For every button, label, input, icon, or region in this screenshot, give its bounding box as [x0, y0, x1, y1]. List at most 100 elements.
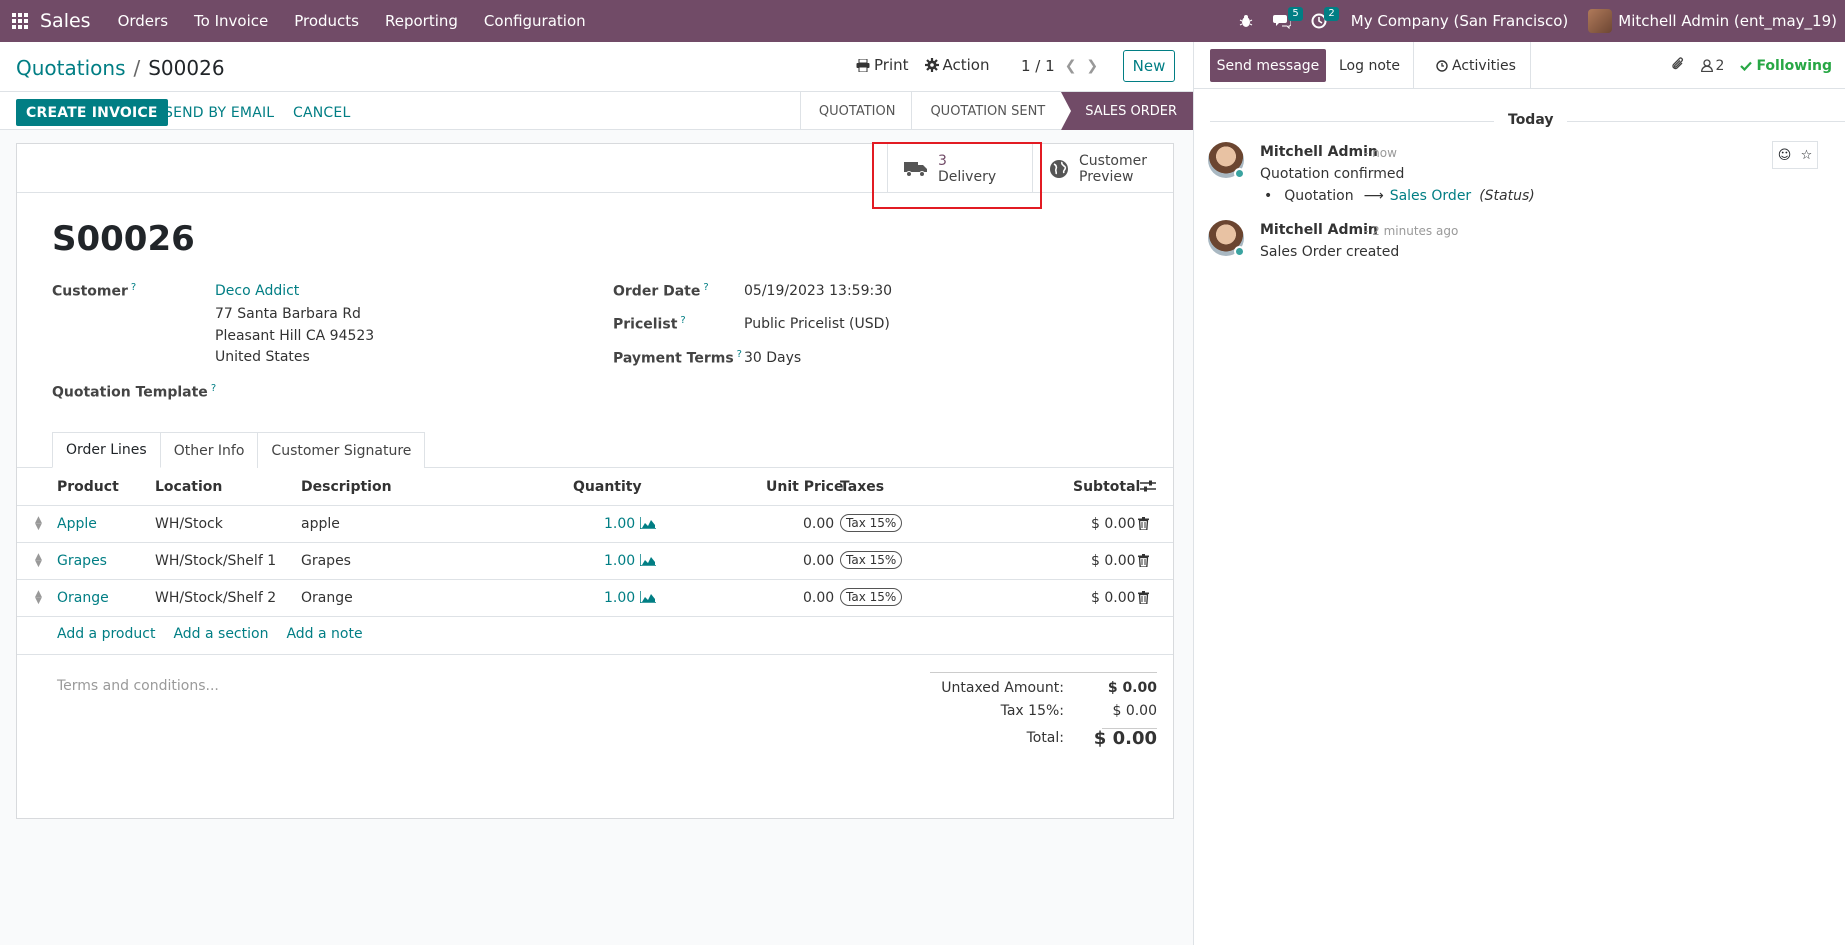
customer-preview-button[interactable]: Customer Preview — [1032, 144, 1173, 193]
line-quantity[interactable]: 1.00 — [604, 516, 635, 532]
customer-field[interactable]: Deco Addict — [215, 283, 299, 299]
send-message-button[interactable]: Send message — [1210, 49, 1326, 82]
action-button[interactable]: Action — [924, 56, 990, 74]
forecast-chart-icon[interactable] — [639, 517, 656, 533]
menu-configuration[interactable]: Configuration — [471, 12, 599, 30]
line-product[interactable]: Orange — [57, 590, 109, 606]
send-by-email-button[interactable]: SEND BY EMAIL — [164, 99, 274, 126]
line-tax-badge[interactable]: Tax 15% — [840, 514, 903, 532]
col-taxes[interactable]: Taxes — [840, 479, 884, 495]
line-unit-price[interactable]: 0.00 — [803, 590, 834, 606]
col-product[interactable]: Product — [57, 479, 119, 495]
menu-reporting[interactable]: Reporting — [372, 12, 471, 30]
line-quantity[interactable]: 1.00 — [604, 553, 635, 569]
emoji-icon[interactable]: ☺ — [1778, 148, 1792, 163]
breadcrumb-quotations[interactable]: Quotations — [16, 56, 125, 80]
preview-line1: Customer — [1079, 152, 1148, 169]
stage-sales-order[interactable]: SALES ORDER — [1061, 92, 1193, 130]
activities-button[interactable]: Activities — [1422, 42, 1531, 89]
followers-button[interactable]: 2 — [1700, 58, 1724, 74]
star-icon[interactable]: ☆ — [1801, 148, 1813, 163]
pager-previous-icon[interactable]: ❮ — [1065, 58, 1077, 74]
stage-quotation-sent[interactable]: QUOTATION SENT — [911, 92, 1061, 130]
messages-icon[interactable]: 5 — [1263, 7, 1303, 29]
add-section-link[interactable]: Add a section — [173, 626, 268, 642]
line-description[interactable]: Orange — [301, 590, 353, 606]
debug-bug-icon[interactable] — [1229, 14, 1263, 28]
user-avatar[interactable] — [1588, 9, 1613, 33]
tab-other-info[interactable]: Other Info — [159, 432, 259, 468]
line-product[interactable]: Apple — [57, 516, 97, 532]
delivery-label: Delivery — [938, 168, 997, 185]
line-subtotal: $ 0.00 — [1091, 590, 1136, 606]
menu-products[interactable]: Products — [281, 12, 372, 30]
tab-customer-signature[interactable]: Customer Signature — [257, 432, 426, 468]
help-icon[interactable]: ? — [680, 315, 685, 326]
line-location[interactable]: WH/Stock/Shelf 1 — [155, 553, 276, 569]
line-tax-badge[interactable]: Tax 15% — [840, 551, 903, 569]
terms-input[interactable]: Terms and conditions... — [57, 678, 219, 694]
line-subtotal: $ 0.00 — [1091, 553, 1136, 569]
line-tax-badge[interactable]: Tax 15% — [840, 588, 903, 606]
new-button[interactable]: New — [1123, 50, 1175, 82]
drag-handle-icon[interactable]: ▲ ▼ — [35, 590, 43, 606]
drag-handle-icon[interactable]: ▲ ▼ — [35, 516, 43, 532]
line-quantity[interactable]: 1.00 — [604, 590, 635, 606]
tracking-new-value: Sales Order — [1389, 188, 1472, 204]
stage-quotation[interactable]: QUOTATION — [799, 92, 912, 130]
help-icon[interactable]: ? — [703, 282, 708, 293]
col-unit-price[interactable]: Unit Price — [766, 479, 843, 495]
help-icon[interactable]: ? — [131, 282, 136, 293]
online-status-icon — [1234, 246, 1245, 257]
line-unit-price[interactable]: 0.00 — [803, 516, 834, 532]
order-line-row[interactable]: ▲ ▼ Grapes WH/Stock/Shelf 1 Grapes 1.00 0… — [17, 543, 1173, 580]
print-button[interactable]: Print — [856, 56, 909, 74]
trash-icon[interactable] — [1138, 554, 1149, 571]
order-date-field[interactable]: 05/19/2023 13:59:30 — [744, 283, 892, 299]
line-location[interactable]: WH/Stock/Shelf 2 — [155, 590, 276, 606]
company-switcher[interactable]: My Company (San Francisco) — [1351, 12, 1568, 30]
column-settings-icon[interactable] — [1140, 480, 1156, 496]
trash-icon[interactable] — [1138, 591, 1149, 608]
forecast-chart-icon[interactable] — [639, 554, 656, 570]
app-name[interactable]: Sales — [40, 10, 91, 32]
stage-pipeline: QUOTATION QUOTATION SENT SALES ORDER — [799, 92, 1193, 130]
col-location[interactable]: Location — [155, 479, 222, 495]
paperclip-icon[interactable] — [1671, 56, 1685, 76]
help-icon[interactable]: ? — [211, 383, 216, 394]
create-invoice-button[interactable]: CREATE INVOICE — [16, 99, 168, 126]
activities-clock-icon[interactable]: 2 — [1301, 7, 1339, 29]
line-location[interactable]: WH/Stock — [155, 516, 223, 532]
apps-menu-icon[interactable] — [0, 0, 40, 42]
pager-next-icon[interactable]: ❯ — [1086, 58, 1098, 74]
help-icon[interactable]: ? — [737, 349, 742, 360]
order-line-row[interactable]: ▲ ▼ Apple WH/Stock apple 1.00 0.00 Tax 15… — [17, 506, 1173, 543]
cancel-button[interactable]: CANCEL — [293, 99, 350, 126]
order-line-row[interactable]: ▲ ▼ Orange WH/Stock/Shelf 2 Orange 1.00 0… — [17, 580, 1173, 617]
following-button[interactable]: Following — [1740, 58, 1832, 74]
log-note-button[interactable]: Log note — [1326, 42, 1414, 89]
line-unit-price[interactable]: 0.00 — [803, 553, 834, 569]
pricelist-field[interactable]: Public Pricelist (USD) — [744, 316, 890, 332]
col-subtotal[interactable]: Subtotal — [1073, 479, 1140, 495]
trash-icon[interactable] — [1138, 517, 1149, 534]
menu-orders[interactable]: Orders — [105, 12, 181, 30]
add-product-link[interactable]: Add a product — [57, 626, 155, 642]
menu-to-invoice[interactable]: To Invoice — [181, 12, 281, 30]
line-product[interactable]: Grapes — [57, 553, 107, 569]
message-author[interactable]: Mitchell Admin — [1260, 222, 1378, 238]
col-description[interactable]: Description — [301, 479, 392, 495]
message-author[interactable]: Mitchell Admin — [1260, 144, 1378, 160]
delivery-smart-button[interactable]: 3 Delivery — [887, 144, 1032, 193]
line-description[interactable]: Grapes — [301, 553, 351, 569]
forecast-chart-icon[interactable] — [639, 591, 656, 607]
payment-terms-field[interactable]: 30 Days — [744, 350, 801, 366]
col-quantity[interactable]: Quantity — [573, 479, 642, 495]
line-description[interactable]: apple — [301, 516, 340, 532]
drag-handle-icon[interactable]: ▲ ▼ — [35, 553, 43, 569]
gear-icon — [924, 58, 939, 72]
add-note-link[interactable]: Add a note — [286, 626, 362, 642]
pager-value[interactable]: 1 / 1 — [1021, 57, 1055, 75]
user-menu[interactable]: Mitchell Admin (ent_may_19) — [1618, 12, 1837, 30]
tab-order-lines[interactable]: Order Lines — [52, 432, 161, 468]
